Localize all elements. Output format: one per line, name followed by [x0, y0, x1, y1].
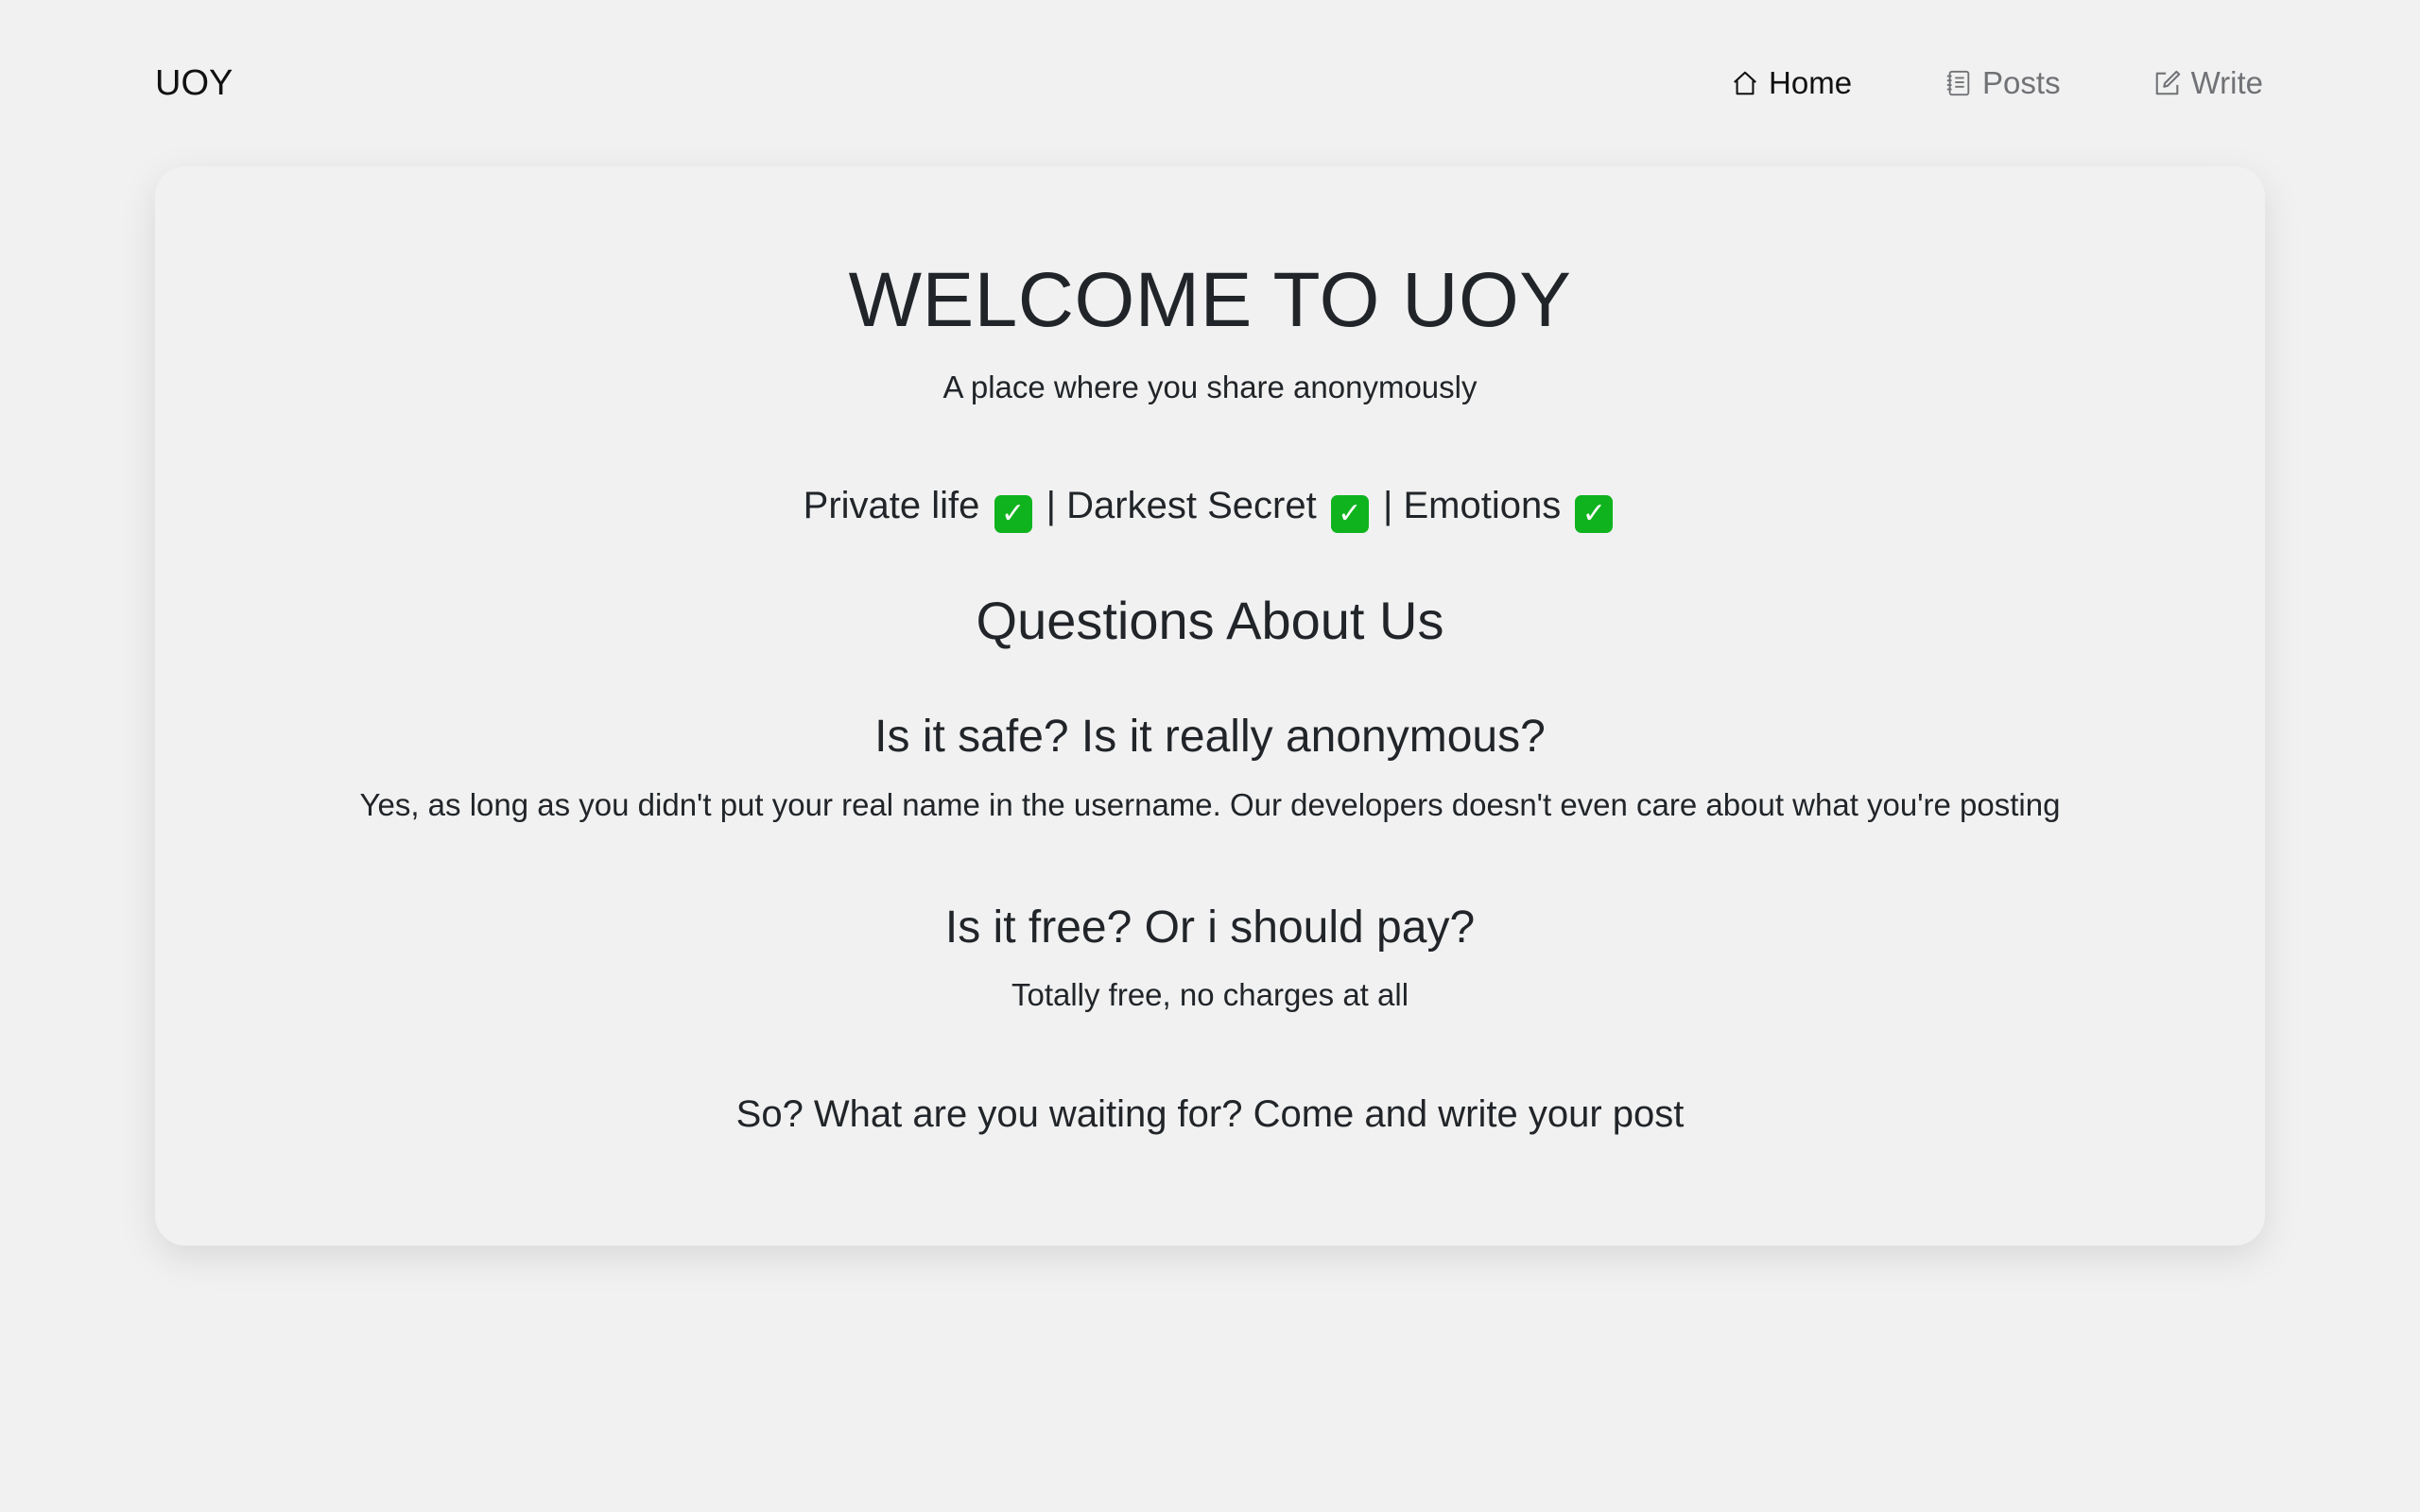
faq-answer: Totally free, no charges at all	[1011, 977, 1409, 1012]
nav-link-write[interactable]: Write	[2153, 65, 2265, 101]
faq-question: Is it safe? Is it really anonymous?	[874, 712, 1546, 762]
page-subtitle: A place where you share anonymously	[942, 369, 1478, 404]
check-mark-button-icon: ✓	[994, 495, 1032, 533]
check-mark-button-icon: ✓	[1330, 495, 1369, 533]
call-to-action: So? What are you waiting for? Come and w…	[735, 1093, 1685, 1135]
page-title: WELCOME TO UOY	[848, 257, 1572, 343]
faq-answer: Yes, as long as you didn't put your real…	[359, 787, 2061, 822]
nav-link-posts[interactable]: Posts	[1945, 65, 2063, 101]
house-icon	[1731, 68, 1759, 98]
features-line: Private life ✓ | Darkest Secret ✓ | Emot…	[155, 480, 2265, 533]
welcome-card: WELCOME TO UOY A place where you share a…	[155, 166, 2265, 1246]
feature-darkest-secret: Darkest Secret	[1066, 485, 1317, 526]
feature-private-life: Private life	[803, 485, 980, 526]
faq-question: Is it free? Or i should pay?	[944, 902, 1476, 953]
nav-link-label: Home	[1769, 65, 1853, 100]
brand-logo[interactable]: UOY	[155, 57, 233, 110]
feature-separator: |	[1382, 485, 1393, 526]
pencil-square-icon	[2153, 68, 2182, 98]
navbar: UOY Home Posts Write	[155, 57, 2265, 110]
feature-emotions: Emotions	[1403, 485, 1562, 526]
faq-heading: Questions About Us	[976, 591, 1444, 650]
nav-link-home[interactable]: Home	[1731, 65, 1854, 101]
journal-icon	[1945, 68, 1973, 98]
feature-separator: |	[1046, 485, 1057, 526]
nav-link-label: Posts	[1982, 65, 2061, 100]
nav-links: Home Posts Write	[1640, 57, 2265, 110]
check-mark-button-icon: ✓	[1575, 495, 1614, 533]
nav-link-label: Write	[2190, 65, 2263, 100]
